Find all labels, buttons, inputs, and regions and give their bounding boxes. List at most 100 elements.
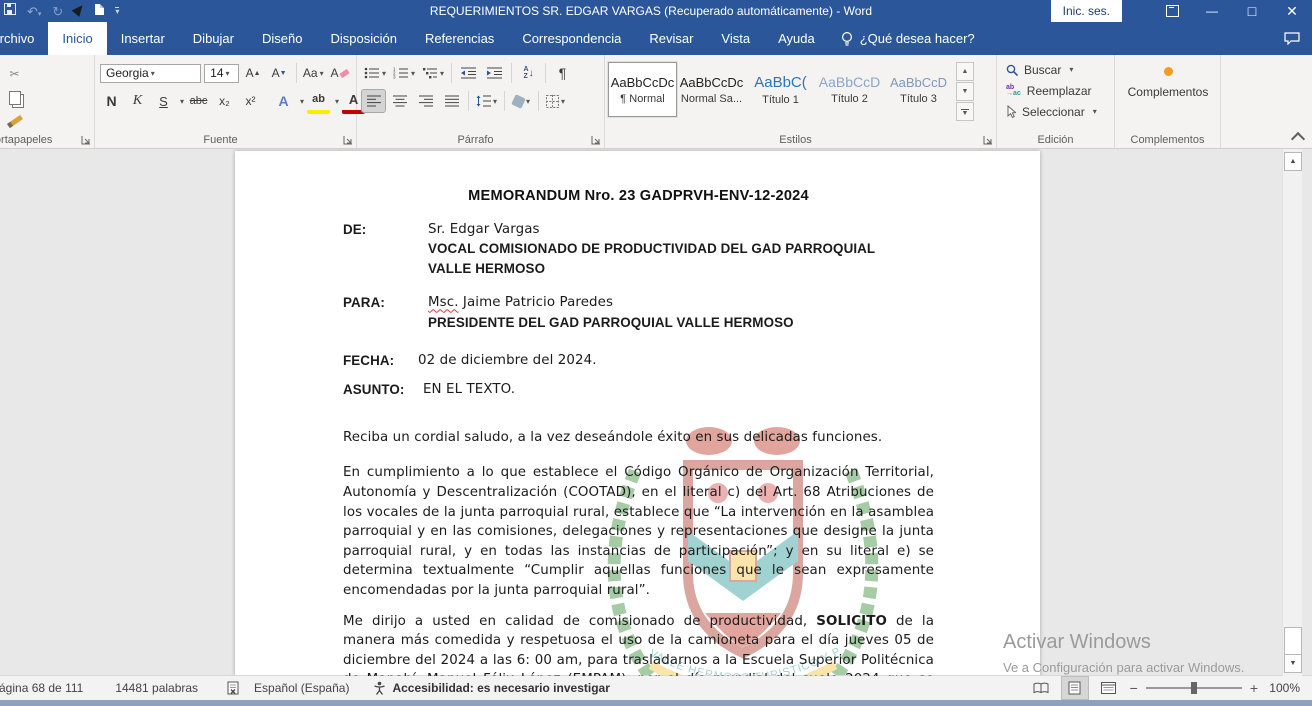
bullets-button[interactable]: ▾ bbox=[362, 62, 388, 84]
tab-correspondencia[interactable]: Correspondencia bbox=[508, 22, 635, 55]
language-indicator[interactable]: Español (España) bbox=[254, 681, 349, 695]
borders-button[interactable]: ▾ bbox=[544, 90, 567, 112]
zoom-slider[interactable] bbox=[1146, 687, 1242, 689]
change-case-button[interactable]: Aa▾ bbox=[302, 62, 325, 84]
style-label: Normal Sa... bbox=[681, 93, 742, 105]
styles-more-button[interactable]: ▼ bbox=[956, 102, 974, 121]
accessibility-status[interactable]: Accesibilidad: es necesario investigar bbox=[392, 681, 609, 695]
zoom-in-button[interactable]: + bbox=[1250, 680, 1258, 696]
ribbon-display-options-button[interactable] bbox=[1152, 0, 1192, 22]
shrink-font-button[interactable]: A▼ bbox=[268, 62, 291, 84]
tab-referencias[interactable]: Referencias bbox=[411, 22, 508, 55]
tab-disposicion[interactable]: Disposición bbox=[316, 22, 410, 55]
addins-button[interactable]: Complementos bbox=[1118, 59, 1218, 99]
vertical-scrollbar[interactable]: ▲ ▼ bbox=[1282, 149, 1302, 676]
close-button[interactable]: ✕ bbox=[1272, 0, 1312, 22]
sort-button[interactable]: AZ↓ bbox=[517, 62, 540, 84]
increase-indent-button[interactable] bbox=[483, 62, 506, 84]
minimize-button[interactable]: — bbox=[1192, 0, 1232, 22]
sign-in-button[interactable]: Inic. ses. bbox=[1051, 0, 1122, 22]
styles-group-label: Estilos bbox=[605, 134, 986, 146]
line-spacing-button[interactable]: ▾ bbox=[474, 90, 499, 112]
copy-button[interactable] bbox=[3, 87, 26, 109]
show-marks-button[interactable]: ¶ bbox=[551, 62, 574, 84]
tab-inicio[interactable]: Inicio bbox=[48, 22, 106, 55]
tab-diseno[interactable]: Diseño bbox=[248, 22, 316, 55]
find-button[interactable]: Buscar▾ bbox=[1000, 59, 1111, 80]
tab-vista[interactable]: Vista bbox=[707, 22, 764, 55]
undo-icon[interactable]: ↶▾ bbox=[27, 5, 41, 18]
scroll-down-button[interactable]: ▼ bbox=[1284, 654, 1302, 673]
collapse-ribbon-button[interactable] bbox=[1291, 132, 1305, 146]
strikethrough-button[interactable]: abc bbox=[187, 90, 210, 112]
grow-font-button[interactable]: A▲ bbox=[242, 62, 265, 84]
style-card-normal[interactable]: AaBbCcDc ¶ Normal bbox=[608, 62, 677, 117]
redo-icon[interactable]: ↻ bbox=[52, 5, 63, 18]
text-effects-button[interactable]: A bbox=[272, 90, 295, 112]
tell-me-box[interactable]: ¿Qué desea hacer? bbox=[829, 22, 987, 55]
maximize-button[interactable]: □ bbox=[1232, 0, 1272, 22]
new-document-icon[interactable] bbox=[95, 2, 104, 20]
scroll-up-button[interactable]: ▲ bbox=[1284, 152, 1302, 171]
multilevel-list-button[interactable]: ▾ bbox=[420, 62, 446, 84]
highlight-button[interactable]: ab bbox=[307, 88, 330, 114]
paragraph-dialog-launcher[interactable] bbox=[591, 135, 601, 145]
align-right-button[interactable] bbox=[414, 90, 437, 112]
print-layout-button[interactable] bbox=[1062, 677, 1088, 699]
proofing-errors-icon[interactable] bbox=[226, 681, 240, 695]
subscript-button[interactable]: x₂ bbox=[213, 90, 236, 112]
style-card-normal-sa[interactable]: AaBbCcDc Normal Sa... bbox=[677, 62, 746, 117]
tab-insertar[interactable]: Insertar bbox=[107, 22, 179, 55]
feedback-icon[interactable] bbox=[1284, 22, 1312, 55]
superscript-button[interactable]: x² bbox=[239, 90, 262, 112]
align-left-button[interactable] bbox=[362, 90, 385, 112]
misspelled-word: Msc. bbox=[428, 295, 459, 310]
style-card-titulo3[interactable]: AaBbCcD Título 3 bbox=[884, 62, 953, 117]
clear-formatting-button[interactable]: A bbox=[328, 62, 351, 84]
underline-button[interactable]: S bbox=[152, 90, 175, 112]
save-icon[interactable] bbox=[4, 2, 16, 20]
zoom-slider-thumb[interactable] bbox=[1191, 682, 1197, 694]
styles-scroll-down-button[interactable]: ▼ bbox=[956, 82, 974, 101]
replace-button[interactable]: ab→ac Reemplazar bbox=[1000, 80, 1111, 101]
text-effects-dropdown-icon[interactable]: ▾ bbox=[300, 97, 304, 106]
styles-dialog-launcher[interactable] bbox=[983, 135, 993, 145]
cut-button[interactable]: ✂ bbox=[3, 63, 26, 85]
word-count[interactable]: 14481 palabras bbox=[115, 681, 198, 695]
font-dialog-launcher[interactable] bbox=[343, 135, 353, 145]
decrease-indent-button[interactable] bbox=[457, 62, 480, 84]
style-card-titulo1[interactable]: AaBbC( Título 1 bbox=[746, 62, 815, 117]
shading-button[interactable]: ▾ bbox=[510, 90, 533, 112]
underline-dropdown-icon[interactable]: ▾ bbox=[180, 97, 184, 106]
styles-scroll-up-button[interactable]: ▲ bbox=[956, 62, 974, 81]
read-mode-button[interactable] bbox=[1028, 677, 1054, 699]
tab-revisar[interactable]: Revisar bbox=[635, 22, 707, 55]
document-page[interactable]: VALLE HERMOSO TURISTICO Y PRODUCTIVO MEM… bbox=[235, 151, 1040, 676]
memo-content: MEMORANDUM Nro. 23 GADPRVH-ENV-12-2024 D… bbox=[235, 151, 1040, 676]
customize-qat-icon[interactable]: ▾ bbox=[115, 7, 119, 15]
highlight-dropdown-icon[interactable]: ▾ bbox=[335, 97, 339, 106]
tab-ayuda[interactable]: Ayuda bbox=[764, 22, 829, 55]
select-button[interactable]: Seleccionar▾ bbox=[1000, 101, 1111, 122]
p3-text-before: Me dirijo a usted en calidad de comision… bbox=[343, 614, 816, 629]
tab-dibujar[interactable]: Dibujar bbox=[179, 22, 248, 55]
bold-button[interactable]: N bbox=[100, 90, 123, 112]
zoom-level[interactable]: 100% bbox=[1266, 681, 1300, 695]
align-center-button[interactable] bbox=[388, 90, 411, 112]
tab-archivo[interactable]: Archivo bbox=[0, 22, 48, 55]
ink-pen-icon[interactable] bbox=[74, 2, 84, 20]
font-name-select[interactable]: Georgia▾ bbox=[100, 64, 201, 83]
field-de: DE: Sr. Edgar Vargas VOCAL COMISIONADO D… bbox=[343, 220, 934, 279]
clipboard-dialog-launcher[interactable] bbox=[81, 135, 91, 145]
italic-button[interactable]: K bbox=[126, 90, 149, 112]
scrollbar-thumb[interactable] bbox=[1284, 627, 1302, 657]
style-card-titulo2[interactable]: AaBbCcD Título 2 bbox=[815, 62, 884, 117]
format-painter-button[interactable] bbox=[3, 110, 26, 132]
web-layout-button[interactable] bbox=[1096, 677, 1122, 699]
justify-button[interactable] bbox=[440, 90, 463, 112]
font-group-label: Fuente bbox=[95, 134, 346, 146]
page-indicator[interactable]: Página 68 de 111 bbox=[0, 681, 83, 695]
numbering-button[interactable]: 123▾ bbox=[391, 62, 417, 84]
font-size-select[interactable]: 14▾ bbox=[204, 64, 238, 83]
zoom-out-button[interactable]: − bbox=[1130, 680, 1138, 696]
